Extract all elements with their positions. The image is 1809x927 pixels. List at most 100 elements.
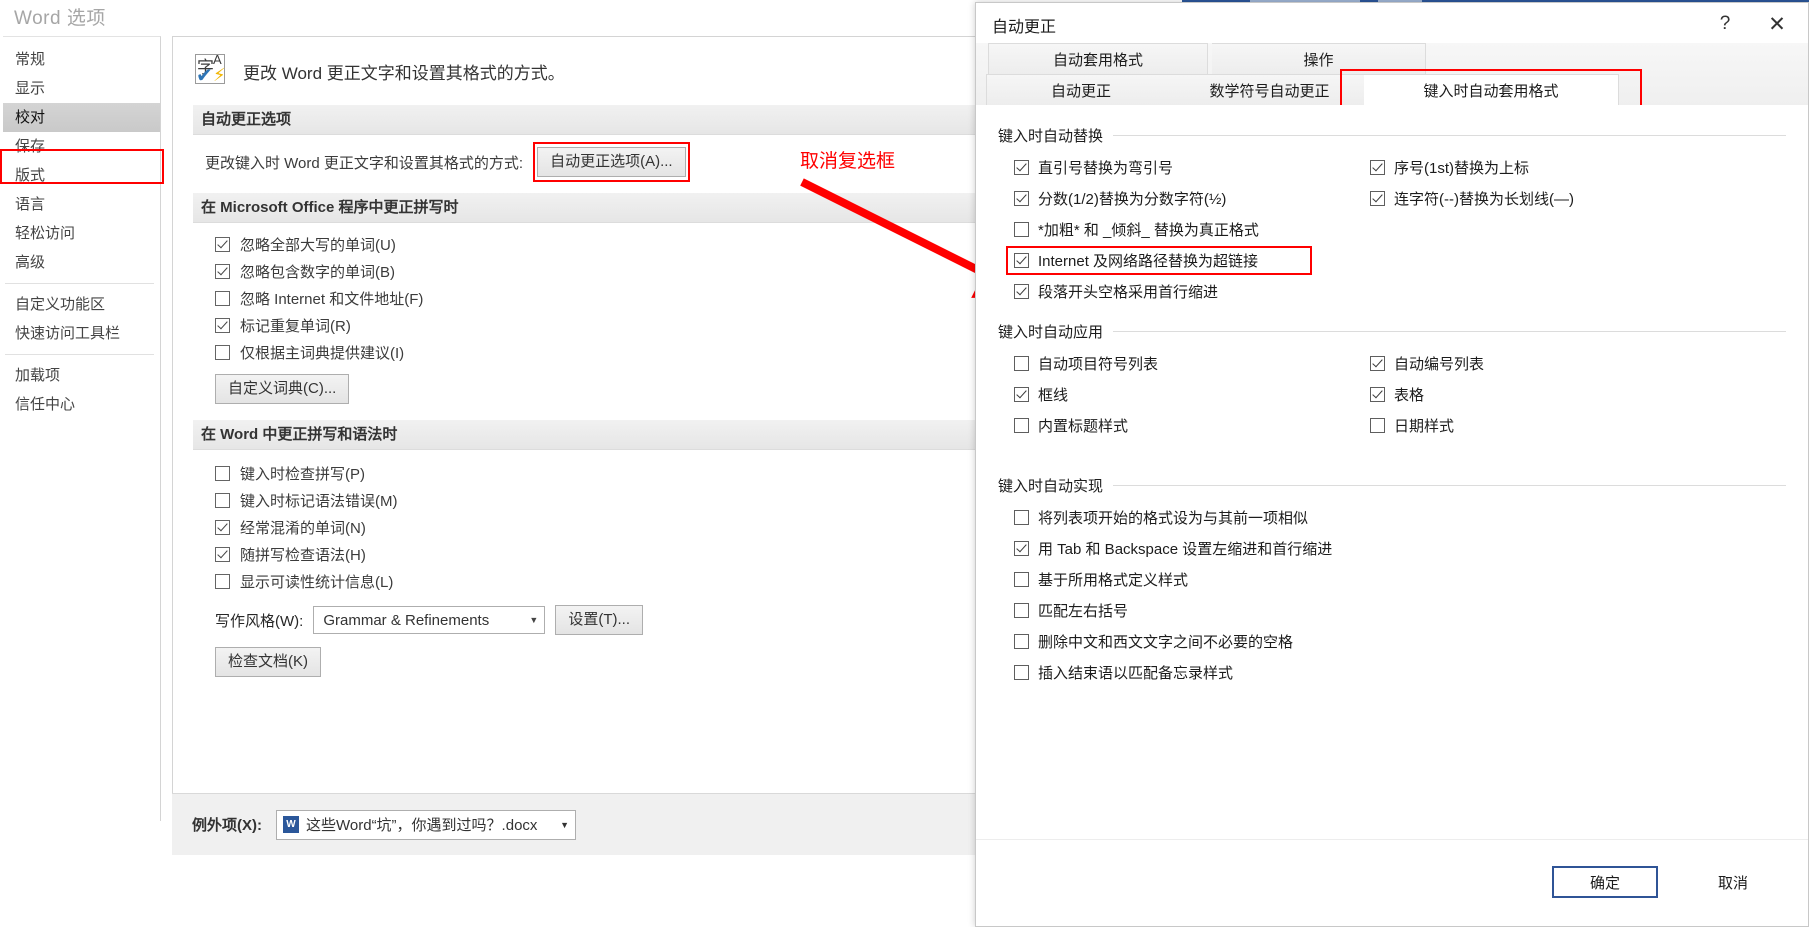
checkbox-label: 匹配左右括号 [1038,603,1129,620]
help-icon[interactable]: ? [1704,9,1746,39]
group-apply-title: 键入时自动应用 [998,324,1104,341]
checkbox-row[interactable]: 自动编号列表 [1354,348,1786,379]
autocorrect-options-button-wrap: 自动更正选项(A)... [533,142,690,182]
checkbox-row[interactable]: 删除中文和西文文字之间不必要的空格 [998,626,1786,657]
group-replace-grid: 直引号替换为弯引号 分数(1/2)替换为分数字符(½) *加粗* 和 _倾斜_ … [998,152,1786,307]
word-options-title: Word 选项 [14,8,106,29]
checkbox-row[interactable]: 基于所用格式定义样式 [998,564,1786,595]
sidebar-item-customize-ribbon[interactable]: 自定义功能区 [3,290,160,319]
word-document-icon: W [283,816,299,833]
autocorrect-dialog-footer: 确定 取消 [976,839,1808,926]
group-apply-as-you-type: 键入时自动应用 自动项目符号列表 框线 内置标题样式 自动编号列表 表格 日期样… [998,321,1786,441]
chevron-down-icon: ▼ [560,819,569,830]
sidebar-divider-1 [5,283,154,284]
group-auto-title: 键入时自动实现 [998,478,1104,495]
checkbox-row[interactable]: *加粗* 和 _倾斜_ 替换为真正格式 [998,214,1350,245]
checkbox-label: 键入时检查拼写(P) [240,466,365,483]
automatic-numbered-lists-checkbox[interactable] [1370,356,1385,371]
border-lines-checkbox[interactable] [1014,387,1029,402]
sidebar-item-addins[interactable]: 加载项 [3,361,160,390]
sidebar-item-language[interactable]: 语言 [3,190,160,219]
tab-autoformat-as-you-type[interactable]: 键入时自动套用格式 [1364,74,1619,106]
ignore-numbers-checkbox[interactable] [215,264,230,279]
checkbox-label: *加粗* 和 _倾斜_ 替换为真正格式 [1038,222,1259,239]
checkbox-row[interactable]: Internet 及网络路径替换为超链接 [998,245,1350,276]
flag-repeated-words-checkbox[interactable] [215,318,230,333]
fractions-to-fraction-characters-checkbox[interactable] [1014,191,1029,206]
main-dictionary-only-checkbox[interactable] [215,345,230,360]
sidebar-item-layout[interactable]: 版式 [3,161,160,190]
exceptions-dropdown[interactable]: W 这些Word“坑”，你遇到过吗？.docx ▼ [276,809,576,840]
group-replace-right-column: 序号(1st)替换为上标 连字符(--)替换为长划线(—) [1354,152,1786,307]
tab-autoformat[interactable]: 自动套用格式 [988,43,1208,75]
tab-math-autocorrect[interactable]: 数学符号自动更正 [1175,74,1365,106]
sidebar-divider-2 [5,354,154,355]
define-styles-from-formatting-checkbox[interactable] [1014,572,1029,587]
group-replace-title: 键入时自动替换 [998,128,1104,145]
hyphens-to-dash-checkbox[interactable] [1370,191,1385,206]
checkbox-row[interactable]: 自动项目符号列表 [998,348,1350,379]
remove-space-between-cjk-latin-checkbox[interactable] [1014,634,1029,649]
word-options-sidebar[interactable]: 常规 显示 校对 保存 版式 语言 轻松访问 高级 自定义功能区 快速访问工具栏… [3,36,161,821]
close-icon[interactable]: ✕ [1756,9,1798,39]
checkbox-row[interactable]: 插入结束语以匹配备忘录样式 [998,657,1786,688]
ok-button[interactable]: 确定 [1552,866,1658,898]
sidebar-item-trust-center[interactable]: 信任中心 [3,390,160,419]
sidebar-item-proofing[interactable]: 校对 [3,103,160,132]
checkbox-row[interactable]: 表格 [1354,379,1786,410]
insert-closing-memo-style-checkbox[interactable] [1014,665,1029,680]
checkbox-row[interactable]: 分数(1/2)替换为分数字符(½) [998,183,1350,214]
bold-italic-to-real-formatting-checkbox[interactable] [1014,222,1029,237]
tab-autocorrect[interactable]: 自动更正 [986,74,1176,106]
checkbox-label: 键入时标记语法错误(M) [240,493,398,510]
writing-style-label: 写作风格(W): [215,612,304,630]
cancel-button[interactable]: 取消 [1680,866,1786,898]
autocorrect-options-button[interactable]: 自动更正选项(A)... [537,147,686,177]
ignore-uppercase-checkbox[interactable] [215,237,230,252]
sidebar-item-advanced[interactable]: 高级 [3,248,160,277]
match-parentheses-checkbox[interactable] [1014,603,1029,618]
checkbox-row[interactable]: 将列表项开始的格式设为与其前一项相似 [998,502,1786,533]
group-automatically-as-you-type: 键入时自动实现 将列表项开始的格式设为与其前一项相似 用 Tab 和 Backs… [998,475,1786,688]
sidebar-item-quick-access-toolbar[interactable]: 快速访问工具栏 [3,319,160,348]
checkbox-row[interactable]: 段落开头空格采用首行缩进 [998,276,1350,307]
writing-style-dropdown[interactable]: Grammar & Refinements ▼ [313,606,546,634]
sidebar-item-display[interactable]: 显示 [3,74,160,103]
ignore-internet-addresses-checkbox[interactable] [215,291,230,306]
frequently-confused-words-checkbox[interactable] [215,520,230,535]
checkbox-label: 基于所用格式定义样式 [1038,572,1189,589]
checkbox-row[interactable]: 连字符(--)替换为长划线(—) [1354,183,1786,214]
checkbox-row[interactable]: 直引号替换为弯引号 [998,152,1350,183]
automatic-bulleted-lists-checkbox[interactable] [1014,356,1029,371]
internet-paths-to-hyperlinks-checkbox[interactable] [1014,253,1029,268]
checkbox-row[interactable]: 内置标题样式 [998,410,1350,441]
checkbox-row[interactable]: 序号(1st)替换为上标 [1354,152,1786,183]
format-list-like-previous-checkbox[interactable] [1014,510,1029,525]
tab-actions[interactable]: 操作 [1212,43,1426,75]
checkbox-row[interactable]: 匹配左右括号 [998,595,1786,626]
checkbox-label: 段落开头空格采用首行缩进 [1038,284,1219,301]
writing-style-settings-button[interactable]: 设置(T)... [555,605,643,635]
tables-checkbox[interactable] [1370,387,1385,402]
date-style-checkbox[interactable] [1370,418,1385,433]
checkbox-row[interactable]: 日期样式 [1354,410,1786,441]
checkbox-row[interactable]: 框线 [998,379,1350,410]
sidebar-item-save[interactable]: 保存 [3,132,160,161]
show-readability-statistics-checkbox[interactable] [215,574,230,589]
straight-quotes-to-smart-quotes-checkbox[interactable] [1014,160,1029,175]
sidebar-item-general[interactable]: 常规 [3,45,160,74]
mark-grammar-errors-checkbox[interactable] [215,493,230,508]
custom-dictionaries-button[interactable]: 自定义词典(C)... [215,374,350,404]
tab-backspace-indent-checkbox[interactable] [1014,541,1029,556]
checkbox-label: 随拼写检查语法(H) [240,547,366,564]
autocorrect-dialog: 自动更正 ? ✕ 自动套用格式 操作 自动更正 数学符号自动更正 键入时自动套用… [975,2,1809,927]
leading-spaces-to-first-line-indent-checkbox[interactable] [1014,284,1029,299]
checkbox-row[interactable]: 用 Tab 和 Backspace 设置左缩进和首行缩进 [998,533,1786,564]
builtin-heading-styles-checkbox[interactable] [1014,418,1029,433]
ordinals-to-superscript-checkbox[interactable] [1370,160,1385,175]
check-grammar-with-spelling-checkbox[interactable] [215,547,230,562]
recheck-document-button[interactable]: 检查文档(K) [215,647,321,677]
sidebar-item-accessibility[interactable]: 轻松访问 [3,219,160,248]
check-spelling-as-you-type-checkbox[interactable] [215,466,230,481]
checkbox-label: 将列表项开始的格式设为与其前一项相似 [1038,510,1309,527]
